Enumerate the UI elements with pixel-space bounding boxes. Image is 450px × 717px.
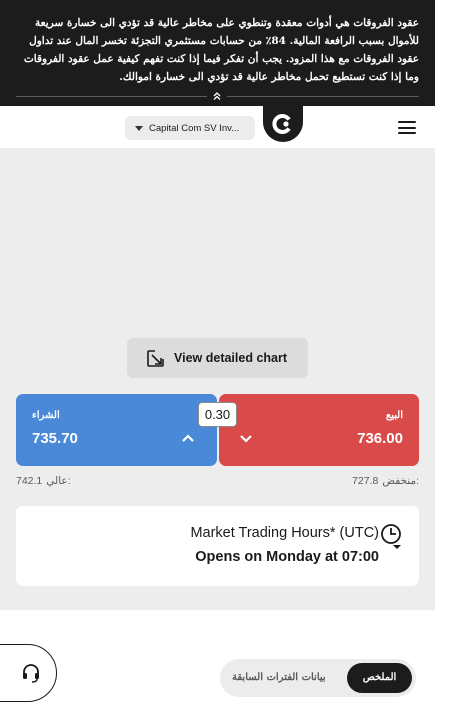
- hamburger-menu-icon[interactable]: [398, 121, 416, 134]
- menu-line: [398, 126, 416, 129]
- high-label: عالي:: [46, 475, 71, 487]
- low-value: 727.8: [352, 475, 379, 487]
- account-selector-label: Capital Com SV Inv...: [149, 122, 240, 134]
- tab-historical-data[interactable]: بيانات الفترات السابقة: [232, 663, 326, 693]
- risk-warning-text: عقود الفروقات هي أدوات معقدة وتنطوي على …: [23, 17, 419, 83]
- low-label: منخفض:: [382, 475, 419, 487]
- instrument-panel: View detailed chart الشراء 735.70 البيع …: [0, 148, 435, 610]
- market-hours-status: Opens on Monday at 07:00: [195, 549, 379, 565]
- sell-button[interactable]: البيع 736.00: [219, 394, 419, 466]
- high-value: 742.1: [16, 475, 43, 487]
- chevron-down-icon: [135, 125, 143, 131]
- low-price-stat: 727.8 منخفض:: [352, 475, 419, 487]
- buy-price: 735.70: [32, 430, 78, 447]
- tab-summary[interactable]: الملخص: [347, 663, 412, 693]
- capital-com-logo[interactable]: [263, 106, 303, 142]
- menu-line: [398, 121, 416, 123]
- buy-button[interactable]: الشراء 735.70: [16, 394, 217, 466]
- expand-arrow-icon: [147, 349, 164, 367]
- clock-icon: [381, 524, 401, 549]
- chevron-down-icon: [240, 435, 252, 443]
- sell-label: البيع: [385, 410, 403, 421]
- logo-mark-icon: [272, 114, 291, 134]
- buy-label: الشراء: [32, 410, 60, 421]
- menu-line: [398, 132, 416, 134]
- spread-badge: 0.30: [198, 402, 237, 427]
- market-hours-title: Market Trading Hours* (UTC): [190, 525, 379, 541]
- chevron-up-icon: [182, 434, 194, 442]
- market-hours-card[interactable]: Market Trading Hours* (UTC) Opens on Mon…: [16, 506, 419, 586]
- double-chevron-up-icon: [213, 92, 221, 100]
- top-header: Capital Com SV Inv...: [0, 106, 435, 148]
- headset-icon: [22, 664, 39, 683]
- support-chat-button[interactable]: [0, 644, 57, 702]
- data-tabs: الملخص بيانات الفترات السابقة: [220, 659, 416, 697]
- account-selector[interactable]: Capital Com SV Inv...: [125, 116, 255, 140]
- risk-warning-banner: عقود الفروقات هي أدوات معقدة وتنطوي على …: [0, 0, 435, 106]
- view-detailed-chart-button[interactable]: View detailed chart: [127, 338, 308, 378]
- sell-price: 736.00: [357, 430, 403, 447]
- view-detailed-chart-label: View detailed chart: [174, 351, 288, 365]
- high-price-stat: 742.1 عالي:: [16, 475, 71, 487]
- collapse-warning-button[interactable]: [207, 87, 227, 105]
